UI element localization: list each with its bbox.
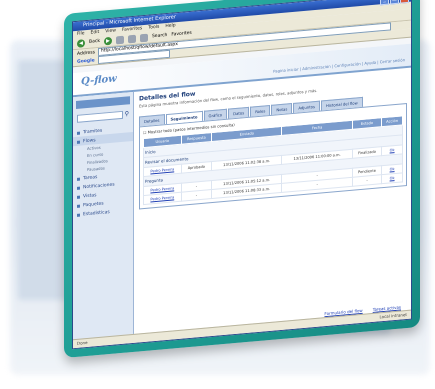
address-label: Address	[77, 49, 95, 57]
app-logo: Q-flow	[81, 73, 117, 88]
row-state: -	[352, 174, 382, 187]
browser-window: Principal - Microsoft Internet Explorer …	[72, 0, 412, 350]
tab-grafico[interactable]: Gráfico	[203, 108, 228, 121]
home-icon[interactable]	[139, 33, 148, 42]
favorites-label[interactable]: Favorites	[171, 31, 191, 38]
search-input[interactable]	[77, 110, 123, 123]
search-label[interactable]: Search	[152, 33, 167, 39]
row-resp: -	[181, 189, 212, 202]
row-user[interactable]: Pedro Pereira	[143, 192, 182, 205]
tab-datos[interactable]: Datos	[228, 106, 250, 119]
tab-notas[interactable]: Notas	[271, 103, 293, 115]
back-label[interactable]: Back	[89, 39, 100, 45]
menu-help[interactable]: Help	[165, 22, 175, 30]
sidebar-header	[76, 96, 130, 109]
search-icon[interactable]: ⚲	[125, 110, 129, 117]
main-content: Detalles del flow Esta página muestra in…	[137, 70, 407, 335]
monitor-frame: Principal - Microsoft Internet Explorer …	[64, 0, 420, 359]
menu-edit[interactable]: Edit	[91, 29, 100, 37]
sidebar: ⚲ Tramites Flows Activos En curso Finali…	[73, 91, 134, 341]
maximize-button[interactable]: □	[390, 0, 399, 5]
menu-view[interactable]: View	[105, 27, 116, 35]
status-text: Done	[77, 339, 88, 346]
minimize-button[interactable]: _	[380, 0, 389, 6]
menu-tools[interactable]: Tools	[148, 24, 159, 32]
menu-file[interactable]: File	[77, 30, 85, 38]
security-zone: Local intranet	[379, 311, 407, 320]
tab-roles[interactable]: Roles	[250, 104, 271, 117]
sidebar-search: ⚲	[77, 110, 129, 123]
google-logo: Google	[77, 57, 95, 65]
forward-icon[interactable]: ▶	[103, 36, 112, 46]
row-action[interactable]: Ok	[381, 172, 403, 184]
web-page: Q-flow Pagina iniciar | Administración |…	[73, 43, 411, 341]
back-icon[interactable]: ◀	[77, 38, 85, 48]
refresh-icon[interactable]	[127, 34, 136, 43]
stop-icon[interactable]	[115, 35, 124, 44]
